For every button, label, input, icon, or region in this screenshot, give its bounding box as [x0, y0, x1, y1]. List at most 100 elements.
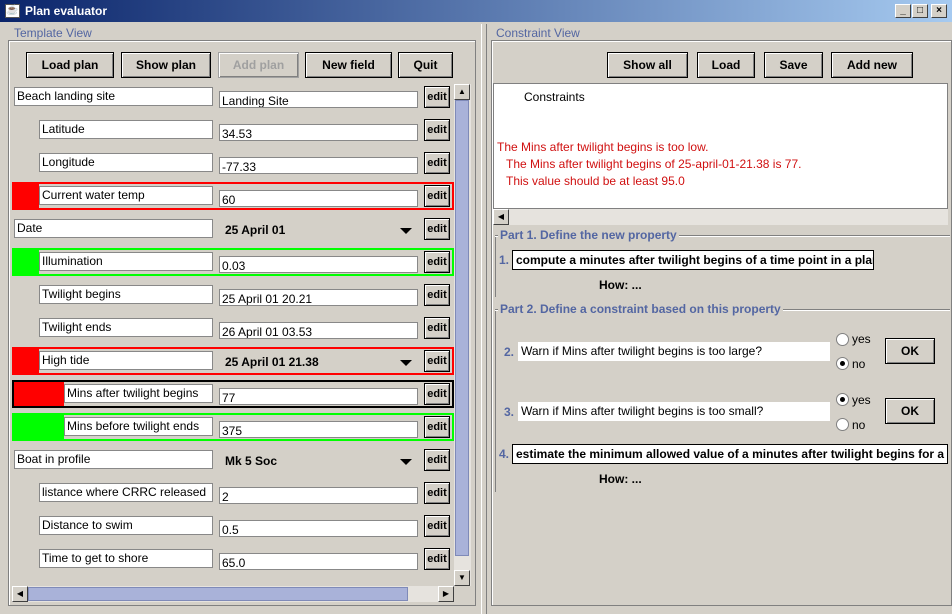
step-number: 4. — [499, 447, 510, 461]
edit-button[interactable]: edit — [424, 383, 450, 405]
field-label[interactable]: High tide — [39, 351, 213, 370]
field-label[interactable]: Illumination — [39, 252, 213, 271]
radio-label: yes — [852, 332, 871, 346]
field-value-dropdown[interactable]: 25 April 01 — [219, 220, 418, 240]
part1-how-link[interactable]: How: ... — [599, 278, 642, 292]
row-status-marker — [14, 415, 64, 439]
field-label[interactable]: Latitude — [39, 120, 213, 139]
edit-button[interactable]: edit — [424, 482, 450, 504]
horizontal-scroll-thumb[interactable] — [28, 587, 408, 601]
edit-button[interactable]: edit — [424, 548, 450, 570]
edit-button[interactable]: edit — [424, 515, 450, 537]
constraint-message: The Mins after twilight begins of 25-apr… — [506, 157, 802, 171]
row-status-marker — [14, 250, 39, 274]
field-label[interactable]: Twilight begins — [39, 285, 213, 304]
dropdown-arrow-icon — [400, 459, 412, 465]
edit-button[interactable]: edit — [424, 449, 450, 471]
property-definition-field[interactable]: compute a minutes after twilight begins … — [512, 250, 874, 270]
field-value-input[interactable]: Landing Site — [219, 91, 418, 108]
field-value-input[interactable]: 77 — [219, 388, 418, 405]
row-status-marker — [14, 184, 39, 208]
field-label[interactable]: Boat in profile — [14, 450, 213, 469]
field-value-input[interactable]: 25 April 01 20.21 — [219, 289, 418, 306]
constraint-message: The Mins after twilight begins is too lo… — [497, 140, 709, 154]
edit-button[interactable]: edit — [424, 119, 450, 141]
too-small-ok-button[interactable]: OK — [885, 398, 935, 424]
field-label[interactable]: Beach landing site — [14, 87, 213, 106]
field-value-input[interactable]: 26 April 01 03.53 — [219, 322, 418, 339]
template-vertical-scrollbar[interactable]: ▲ ▼ — [454, 84, 471, 586]
scroll-left-arrow-icon[interactable]: ◀ — [493, 209, 509, 225]
part2-how-link[interactable]: How: ... — [599, 472, 642, 486]
field-value-input[interactable]: 0.5 — [219, 520, 418, 537]
maximize-button[interactable]: □ — [912, 4, 928, 18]
show-plan-button[interactable]: Show plan — [121, 52, 211, 78]
too-small-yes-radio[interactable] — [836, 393, 849, 406]
field-value-dropdown[interactable]: Mk 5 Soc — [219, 451, 418, 471]
field-label[interactable]: listance where CRRC released — [39, 483, 213, 502]
new-field-button[interactable]: New field — [305, 52, 392, 78]
show-all-button[interactable]: Show all — [607, 52, 688, 78]
too-small-no-radio[interactable] — [836, 418, 849, 431]
field-value-input[interactable]: 2 — [219, 487, 418, 504]
field-label[interactable]: Mins before twilight ends — [64, 417, 213, 436]
dropdown-arrow-icon — [400, 360, 412, 366]
edit-button[interactable]: edit — [424, 284, 450, 306]
add-new-button[interactable]: Add new — [831, 52, 913, 78]
split-pane-divider[interactable] — [481, 24, 487, 614]
edit-button[interactable]: edit — [424, 152, 450, 174]
dropdown-value: 25 April 01 — [225, 223, 286, 237]
row-status-marker — [14, 382, 64, 406]
scroll-left-arrow-icon[interactable]: ◀ — [12, 586, 28, 602]
constraints-text-area[interactable]: Constraints The Mins after twilight begi… — [493, 83, 948, 209]
quit-button[interactable]: Quit — [398, 52, 453, 78]
close-button[interactable]: × — [931, 4, 947, 18]
part1-left-border — [495, 237, 496, 297]
scroll-right-arrow-icon[interactable]: ▶ — [438, 586, 454, 602]
constraint-view-title: Constraint View — [494, 26, 582, 40]
part2-title: Part 2. Define a constraint based on thi… — [498, 302, 783, 316]
estimate-minimum-field[interactable]: estimate the minimum allowed value of a … — [512, 444, 948, 464]
field-value-input[interactable]: 375 — [219, 421, 418, 438]
radio-label: yes — [852, 393, 871, 407]
field-label[interactable]: Longitude — [39, 153, 213, 172]
field-value-input[interactable]: 65.0 — [219, 553, 418, 570]
too-large-no-radio[interactable] — [836, 357, 849, 370]
field-label[interactable]: Time to get to shore — [39, 549, 213, 568]
field-value-input[interactable]: -77.33 — [219, 157, 418, 174]
load-plan-button[interactable]: Load plan — [26, 52, 114, 78]
scroll-down-arrow-icon[interactable]: ▼ — [454, 570, 470, 586]
save-button[interactable]: Save — [764, 52, 823, 78]
edit-button[interactable]: edit — [424, 86, 450, 108]
field-label[interactable]: Twilight ends — [39, 318, 213, 337]
edit-button[interactable]: edit — [424, 350, 450, 372]
too-large-question: Warn if Mins after twilight begins is to… — [518, 342, 830, 361]
field-label[interactable]: Date — [14, 219, 213, 238]
template-horizontal-scrollbar[interactable]: ◀ ▶ — [12, 586, 454, 602]
constraints-horizontal-scrollbar[interactable]: ◀ — [493, 209, 948, 225]
field-value-input[interactable]: 0.03 — [219, 256, 418, 273]
scroll-thumb[interactable] — [455, 100, 469, 556]
field-label[interactable]: Current water temp — [39, 186, 213, 205]
field-value-input[interactable]: 60 — [219, 190, 418, 207]
edit-button[interactable]: edit — [424, 317, 450, 339]
java-cup-icon: ☕ — [5, 4, 20, 18]
scroll-up-arrow-icon[interactable]: ▲ — [454, 84, 470, 100]
dropdown-arrow-icon — [400, 228, 412, 234]
edit-button[interactable]: edit — [424, 185, 450, 207]
field-value-dropdown[interactable]: 25 April 01 21.38 — [219, 352, 418, 372]
field-value-input[interactable]: 34.53 — [219, 124, 418, 141]
add-plan-button[interactable]: Add plan — [218, 52, 299, 78]
minimize-button[interactable]: _ — [895, 4, 911, 18]
too-large-ok-button[interactable]: OK — [885, 338, 935, 364]
edit-button[interactable]: edit — [424, 416, 450, 438]
constraints-heading: Constraints — [524, 90, 585, 104]
too-large-yes-radio[interactable] — [836, 333, 849, 346]
title-bar: ☕ Plan evaluator _ □ × — [0, 0, 952, 22]
edit-button[interactable]: edit — [424, 218, 450, 240]
load-button[interactable]: Load — [697, 52, 755, 78]
field-label[interactable]: Distance to swim — [39, 516, 213, 535]
constraint-message: This value should be at least 95.0 — [506, 174, 685, 188]
edit-button[interactable]: edit — [424, 251, 450, 273]
field-label[interactable]: Mins after twilight begins — [64, 384, 213, 403]
